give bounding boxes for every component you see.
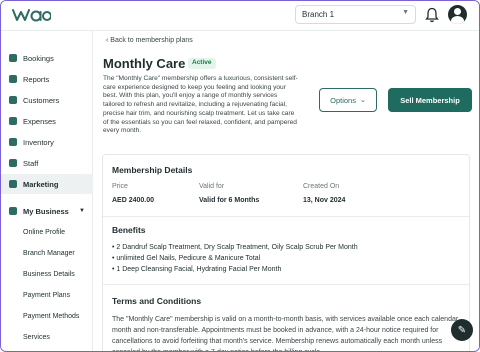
benefit-item: • unlimited Gel Nails, Pedicure & Manicu… [112,255,261,262]
brand-logo[interactable] [11,4,51,26]
chevron-down-icon: ⌄ [359,97,366,104]
sidebar-item-label: Inventory [23,137,54,147]
sidebar-subitem-label: Services [23,333,50,341]
megaphone-icon [9,180,17,188]
sidebar: Bookings Reports Customers Expenses Inve… [1,31,93,351]
sidebar-subitem-label: Online Profile [23,228,66,236]
sidebar-item-label: Marketing [23,179,59,189]
sidebar-subitem-payment-methods[interactable]: Payment Methods [1,306,93,326]
branch-select[interactable]: Branch 1 ▼ [295,5,416,24]
sidebar-subitem-payment-plans[interactable]: Payment Plans [1,285,93,305]
users-icon [9,96,17,104]
main-content: ‹ Back to membership plans Monthly Care … [94,31,479,351]
price-label: Price [112,183,128,190]
calendar-icon [9,54,17,62]
app-window: Branch 1 ▼ Bookings Reports Customers Ex… [0,0,480,352]
benefit-item: • 2 Dandruf Scalp Treatment, Dry Scalp T… [112,244,358,251]
sidebar-item-bookings[interactable]: Bookings [1,48,93,68]
sidebar-item-staff[interactable]: Staff [1,153,93,173]
branch-select-value: Branch 1 [302,10,335,19]
options-button[interactable]: Options ⌄ [319,88,377,112]
briefcase-icon [9,207,17,215]
sidebar-subitem-business-details[interactable]: Business Details [1,264,93,284]
sidebar-item-customers[interactable]: Customers [1,90,93,110]
box-icon [9,138,17,146]
sidebar-item-reports[interactable]: Reports [1,69,93,89]
valid-value: Valid for 6 Months [199,197,260,204]
sidebar-item-label: Bookings [23,53,54,63]
avatar-body [451,16,464,24]
wallet-icon [9,117,17,125]
membership-card: Membership Details Price AED 2400.00 Val… [102,154,470,351]
terms-heading: Terms and Conditions [112,296,202,306]
sidebar-subitem-label: Business Details [23,270,75,278]
sidebar-item-inventory[interactable]: Inventory [1,132,93,152]
status-badge: Active [188,58,216,69]
sidebar-item-label: Reports [23,74,50,84]
staff-icon [9,159,17,167]
wand-icon: ✎ [457,324,467,336]
page-title: Monthly Care [103,56,186,71]
sidebar-section-my-business[interactable]: My Business ▼ [1,201,93,221]
bell-icon[interactable] [425,7,439,23]
options-button-label: Options [330,95,356,105]
sidebar-subitem-label: Payment Methods [23,312,80,320]
avatar-head [454,8,461,15]
price-value: AED 2400.00 [112,197,155,204]
sidebar-subitem-label: Payment Plans [23,291,71,299]
sidebar-item-label: Staff [23,158,39,168]
created-value: 13, Nov 2024 [303,197,346,204]
chart-icon [9,75,17,83]
chevron-down-icon: ▼ [79,208,85,214]
sidebar-item-expenses[interactable]: Expenses [1,111,93,131]
sidebar-section-label: My Business [23,206,69,216]
created-label: Created On [303,183,340,190]
sell-membership-label: Sell Membership [400,95,460,105]
benefit-item: • 1 Deep Cleansing Facial, Hydrating Fac… [112,266,282,273]
plan-description: The "Monthly Care" membership offers a l… [103,75,298,135]
benefits-heading: Benefits [112,225,146,235]
back-link-label: Back to membership plans [110,37,193,44]
back-link[interactable]: ‹ Back to membership plans [106,37,193,44]
avatar[interactable] [448,5,467,24]
chevron-down-icon: ▼ [402,9,409,16]
top-bar: Branch 1 ▼ [1,1,479,31]
sidebar-item-marketing[interactable]: Marketing [1,174,93,194]
terms-text: The "Monthly Care" membership is valid o… [112,316,459,351]
sidebar-subitem-label: Branch Manager [23,249,75,257]
section-divider [103,216,469,217]
sidebar-item-label: Expenses [23,116,56,126]
sidebar-subitem-online-profile[interactable]: Online Profile [1,222,93,242]
sidebar-item-label: Customers [23,95,60,105]
help-fab[interactable]: ✎ [451,319,473,341]
section-divider [103,284,469,285]
sidebar-subitem-branch-manager[interactable]: Branch Manager [1,243,93,263]
valid-label: Valid for [199,183,225,190]
sell-membership-button[interactable]: Sell Membership [388,88,472,112]
sidebar-subitem-services[interactable]: Services [1,327,93,347]
membership-details-heading: Membership Details [112,165,193,175]
